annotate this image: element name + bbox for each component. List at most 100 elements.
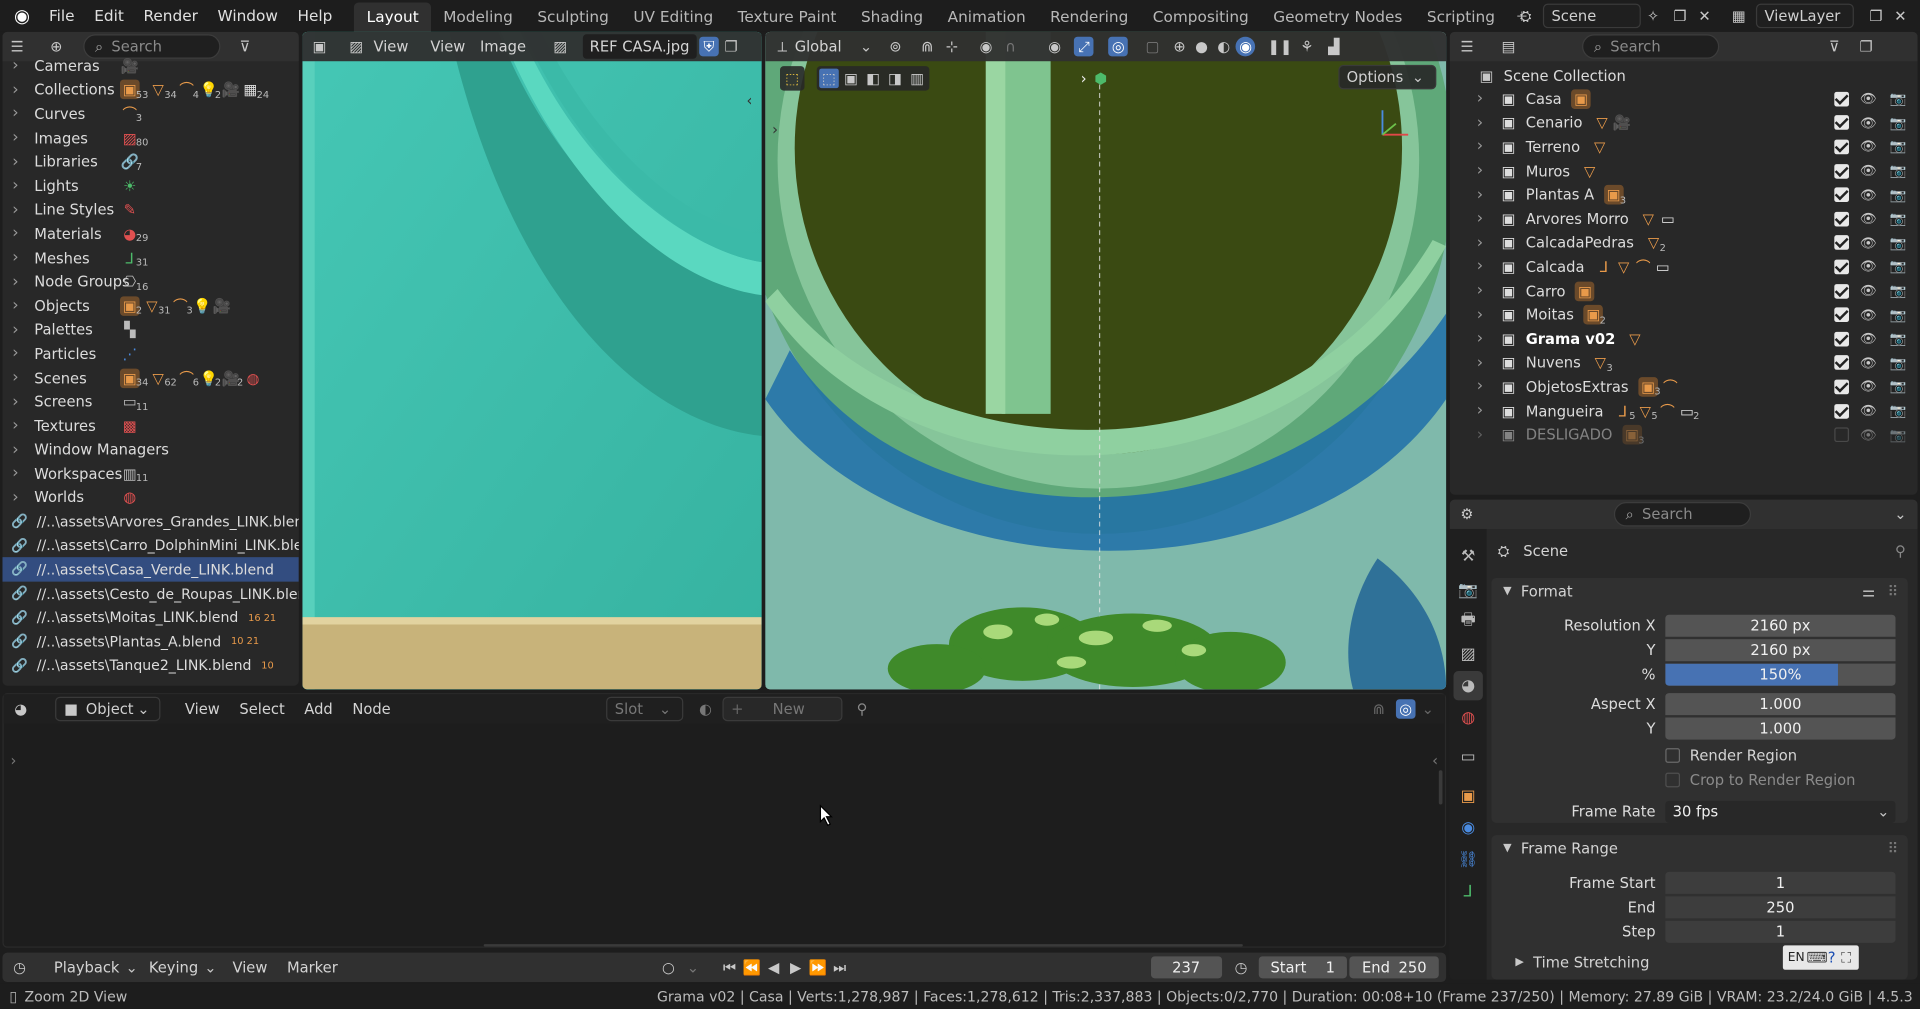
chevron-right-icon[interactable]: › xyxy=(1477,330,1492,348)
view-layer-icon[interactable]: ▦ xyxy=(1729,6,1749,26)
menu-window[interactable]: Window xyxy=(208,2,288,29)
filter-icon[interactable]: ⊽ xyxy=(1825,37,1845,57)
new-collection-icon[interactable]: ❐ xyxy=(1856,37,1876,57)
scrollbar[interactable] xyxy=(1438,770,1443,805)
outliner-search-input[interactable]: ⌕ Search xyxy=(1582,34,1720,59)
menu-file[interactable]: File xyxy=(39,2,84,29)
resolution-y-field[interactable]: 2160 px xyxy=(1665,639,1896,662)
scene-selector-icon[interactable]: ⛭ xyxy=(1516,6,1536,26)
eye-icon[interactable]: 👁 xyxy=(1859,185,1879,205)
chevron-right-icon[interactable]: › xyxy=(12,393,27,411)
render-toggle-icon[interactable]: ⚘ xyxy=(1297,37,1317,57)
exclude-checkbox[interactable] xyxy=(1834,331,1849,347)
chevron-right-icon[interactable]: › xyxy=(12,57,27,75)
exclude-checkbox[interactable] xyxy=(1834,283,1849,299)
select-extend-icon[interactable]: ▣ xyxy=(841,69,861,89)
presets-icon[interactable]: ⚌ xyxy=(1859,582,1879,602)
chevron-right-icon[interactable]: › xyxy=(12,201,27,219)
chevron-right-icon[interactable]: › xyxy=(12,273,27,291)
library-row[interactable]: 🔗 //..\assets\Cesto_de_Roupas_LINK.blend xyxy=(2,581,299,605)
blend-category-textures[interactable]: › Textures ▩ xyxy=(2,414,298,438)
world-tab-icon[interactable]: ◍ xyxy=(1453,703,1482,732)
object-tab-icon[interactable]: ▣ xyxy=(1453,781,1482,810)
fake-user-shield-icon[interactable]: ⛨ xyxy=(699,36,719,57)
pin-icon[interactable]: ⚲ xyxy=(1891,541,1911,561)
data-tab-icon[interactable]: ⅃ xyxy=(1453,877,1482,906)
eye-icon[interactable]: 👁 xyxy=(1859,305,1879,325)
chevron-right-icon[interactable]: › xyxy=(1477,234,1492,252)
render-camera-icon[interactable]: 📷 xyxy=(1888,425,1908,445)
xray-icon[interactable]: ▢ xyxy=(1143,37,1163,57)
select-new-icon[interactable]: ⬚ xyxy=(819,68,839,89)
eye-icon[interactable]: 👁 xyxy=(1859,329,1879,349)
outliner-collection-row[interactable]: › ▣ Grama v02 ▽ 👁 📷 xyxy=(1450,327,1918,351)
exclude-checkbox[interactable] xyxy=(1834,139,1849,155)
time-stretching-header[interactable]: ▶ Time Stretching xyxy=(1513,953,1649,973)
chevron-right-icon[interactable]: › xyxy=(12,249,27,267)
render-camera-icon[interactable]: 📷 xyxy=(1888,161,1908,181)
frame-step-field[interactable]: 1 xyxy=(1665,920,1896,943)
eye-icon[interactable]: 👁 xyxy=(1859,353,1879,373)
exclude-checkbox[interactable] xyxy=(1834,307,1849,323)
render-camera-icon[interactable]: 📷 xyxy=(1888,113,1908,133)
resolution-percent-slider[interactable]: 150% xyxy=(1665,663,1896,686)
aspect-x-field[interactable]: 1.000 xyxy=(1665,693,1896,716)
image-name-field[interactable]: REF CASA.jpg xyxy=(582,34,697,59)
chevron-right-icon[interactable]: › xyxy=(1477,162,1492,180)
blend-category-palettes[interactable]: › Palettes ▚ xyxy=(2,318,298,342)
chevron-right-icon[interactable]: › xyxy=(1477,426,1492,444)
render-tab-icon[interactable]: 📷 xyxy=(1453,576,1482,605)
snap-icon[interactable]: ⋒ xyxy=(1369,699,1389,719)
menu-render[interactable]: Render xyxy=(134,2,208,29)
material-shading-icon[interactable]: ◐ xyxy=(1214,37,1234,57)
eye-icon[interactable]: 👁 xyxy=(1859,377,1879,397)
pause-render-icon[interactable]: ❚❚ xyxy=(1268,37,1293,57)
blend-category-cameras[interactable]: › Cameras 🎥 xyxy=(2,54,298,78)
exclude-checkbox[interactable] xyxy=(1834,91,1849,107)
scene-tab-icon[interactable]: ◕ xyxy=(1453,671,1483,701)
new-view-layer-icon[interactable]: ❐ xyxy=(1866,6,1886,26)
render-camera-icon[interactable]: 📷 xyxy=(1888,137,1908,157)
frame-start-field[interactable]: 1 xyxy=(1665,871,1896,894)
wireframe-shading-icon[interactable]: ⊕ xyxy=(1170,37,1190,57)
blend-category-meshes[interactable]: › Meshes ⅃ 31 xyxy=(2,246,298,270)
frame-rate-dropdown[interactable]: 30 fps ⌄ xyxy=(1665,800,1896,823)
pivot-point-icon[interactable]: ⊚ xyxy=(886,37,906,57)
drag-handle-icon[interactable]: ⠿ xyxy=(1883,582,1903,602)
render-camera-icon[interactable]: 📷 xyxy=(1888,281,1908,301)
chevron-right-icon[interactable]: › xyxy=(12,153,27,171)
overlays-icon[interactable]: ◎ xyxy=(1395,699,1416,719)
chevron-right-icon[interactable]: › xyxy=(1477,258,1492,276)
menu-select[interactable]: Select xyxy=(232,697,292,721)
tab-texture-paint[interactable]: Texture Paint xyxy=(725,2,848,31)
pin-scene-icon[interactable]: ✧ xyxy=(1643,6,1663,26)
display-mode-icon[interactable]: ▤ xyxy=(1499,37,1519,57)
scene-collection-row[interactable]: ▣ Scene Collection xyxy=(1450,64,1918,88)
exclude-checkbox[interactable] xyxy=(1834,187,1849,203)
constraints-tab-icon[interactable]: ⛓ xyxy=(1453,845,1482,874)
chevron-down-icon[interactable]: ⌄ xyxy=(1891,504,1911,524)
render-camera-icon[interactable]: 📷 xyxy=(1888,401,1908,421)
chevron-right-icon[interactable]: › xyxy=(12,345,27,363)
eye-icon[interactable]: 👁 xyxy=(1859,281,1879,301)
outliner-collection-row[interactable]: › ▣ Plantas A ▣ 3 👁 📷 xyxy=(1450,183,1918,207)
render-camera-icon[interactable]: 📷 xyxy=(1888,305,1908,325)
auto-keying-icon[interactable]: ○ xyxy=(659,958,679,978)
new-image-icon[interactable]: ❐ xyxy=(721,37,741,57)
exclude-checkbox[interactable] xyxy=(1834,163,1849,179)
orientation-dropdown[interactable]: Global xyxy=(792,34,849,58)
eye-icon[interactable]: 👁 xyxy=(1859,89,1879,109)
blend-category-libraries[interactable]: › Libraries 🔗 7 xyxy=(2,150,298,174)
falloff-icon[interactable]: ∩ xyxy=(1001,37,1021,57)
delete-scene-icon[interactable]: ✕ xyxy=(1695,6,1715,26)
jump-keyframe-forward-icon[interactable]: ⏩ xyxy=(808,958,828,978)
blend-category-particles[interactable]: › Particles ⋰ xyxy=(2,342,298,366)
blend-category-lights[interactable]: › Lights ☀ xyxy=(2,174,298,198)
drag-handle-icon[interactable]: ⠿ xyxy=(1883,839,1903,859)
browse-image-icon[interactable]: ▨ xyxy=(550,37,570,57)
chevron-right-icon[interactable]: › xyxy=(12,105,27,123)
tab-layout[interactable]: Layout xyxy=(354,2,431,32)
overlays-icon[interactable]: ◎ xyxy=(1108,36,1129,57)
editor-type-icon[interactable]: ◕ xyxy=(11,699,31,719)
chevron-right-icon[interactable]: › xyxy=(12,417,27,435)
